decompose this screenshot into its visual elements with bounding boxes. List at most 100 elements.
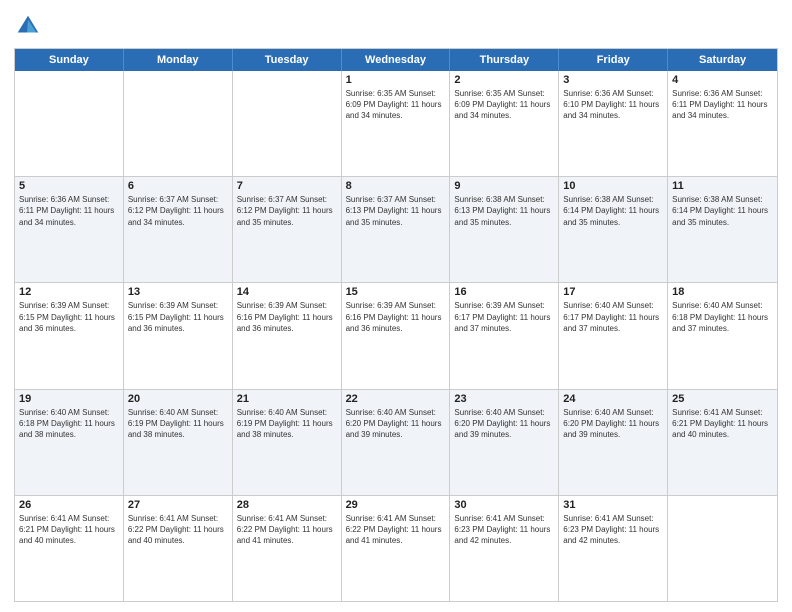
day-number: 26 [19, 499, 119, 511]
day-detail: Sunrise: 6:41 AM Sunset: 6:21 PM Dayligh… [672, 407, 773, 441]
day-number: 28 [237, 499, 337, 511]
day-number: 20 [128, 393, 228, 405]
day-detail: Sunrise: 6:36 AM Sunset: 6:11 PM Dayligh… [19, 194, 119, 228]
calendar-cell: 29 Sunrise: 6:41 AM Sunset: 6:22 PM Dayli… [342, 496, 451, 601]
day-detail: Sunrise: 6:40 AM Sunset: 6:19 PM Dayligh… [128, 407, 228, 441]
calendar-cell: 20 Sunrise: 6:40 AM Sunset: 6:19 PM Dayli… [124, 390, 233, 495]
day-number: 24 [563, 393, 663, 405]
day-detail: Sunrise: 6:40 AM Sunset: 6:20 PM Dayligh… [346, 407, 446, 441]
day-detail: Sunrise: 6:41 AM Sunset: 6:22 PM Dayligh… [346, 513, 446, 547]
calendar-cell: 31 Sunrise: 6:41 AM Sunset: 6:23 PM Dayli… [559, 496, 668, 601]
day-number: 30 [454, 499, 554, 511]
day-number: 22 [346, 393, 446, 405]
calendar-cell: 21 Sunrise: 6:40 AM Sunset: 6:19 PM Dayli… [233, 390, 342, 495]
calendar-cell: 24 Sunrise: 6:40 AM Sunset: 6:20 PM Dayli… [559, 390, 668, 495]
calendar-week-3: 12 Sunrise: 6:39 AM Sunset: 6:15 PM Dayli… [15, 283, 777, 389]
calendar-cell: 7 Sunrise: 6:37 AM Sunset: 6:12 PM Daylig… [233, 177, 342, 282]
day-detail: Sunrise: 6:39 AM Sunset: 6:16 PM Dayligh… [346, 300, 446, 334]
calendar-week-1: 1 Sunrise: 6:35 AM Sunset: 6:09 PM Daylig… [15, 71, 777, 177]
day-number: 14 [237, 286, 337, 298]
calendar-cell: 10 Sunrise: 6:38 AM Sunset: 6:14 PM Dayli… [559, 177, 668, 282]
calendar-cell: 4Sunrise: 6:36 AM Sunset: 6:11 PM Daylig… [668, 71, 777, 176]
calendar-cell: 11Sunrise: 6:38 AM Sunset: 6:14 PM Dayli… [668, 177, 777, 282]
calendar-cell: 14 Sunrise: 6:39 AM Sunset: 6:16 PM Dayli… [233, 283, 342, 388]
day-detail: Sunrise: 6:39 AM Sunset: 6:15 PM Dayligh… [128, 300, 228, 334]
calendar-week-2: 5 Sunrise: 6:36 AM Sunset: 6:11 PM Daylig… [15, 177, 777, 283]
day-number: 13 [128, 286, 228, 298]
day-number: 18 [672, 286, 773, 298]
calendar-cell: 17Sunrise: 6:40 AM Sunset: 6:17 PM Dayli… [559, 283, 668, 388]
calendar-cell [15, 71, 124, 176]
day-header-wednesday: Wednesday [342, 49, 451, 71]
day-number: 8 [346, 180, 446, 192]
calendar-cell: 6 Sunrise: 6:37 AM Sunset: 6:12 PM Daylig… [124, 177, 233, 282]
calendar-cell: 18Sunrise: 6:40 AM Sunset: 6:18 PM Dayli… [668, 283, 777, 388]
calendar-cell: 22 Sunrise: 6:40 AM Sunset: 6:20 PM Dayli… [342, 390, 451, 495]
day-detail: Sunrise: 6:38 AM Sunset: 6:14 PM Dayligh… [672, 194, 773, 228]
day-header-sunday: Sunday [15, 49, 124, 71]
day-detail: Sunrise: 6:39 AM Sunset: 6:17 PM Dayligh… [454, 300, 554, 334]
day-number: 5 [19, 180, 119, 192]
day-header-friday: Friday [559, 49, 668, 71]
day-number: 21 [237, 393, 337, 405]
day-number: 10 [563, 180, 663, 192]
day-number: 29 [346, 499, 446, 511]
calendar-cell [233, 71, 342, 176]
day-number: 1 [346, 74, 446, 86]
day-number: 19 [19, 393, 119, 405]
day-detail: Sunrise: 6:38 AM Sunset: 6:13 PM Dayligh… [454, 194, 554, 228]
calendar-cell: 3 Sunrise: 6:36 AM Sunset: 6:10 PM Daylig… [559, 71, 668, 176]
day-detail: Sunrise: 6:40 AM Sunset: 6:19 PM Dayligh… [237, 407, 337, 441]
day-number: 25 [672, 393, 773, 405]
header [14, 12, 778, 40]
day-detail: Sunrise: 6:41 AM Sunset: 6:23 PM Dayligh… [563, 513, 663, 547]
calendar-cell: 12 Sunrise: 6:39 AM Sunset: 6:15 PM Dayli… [15, 283, 124, 388]
calendar-cell [668, 496, 777, 601]
calendar-header: SundayMondayTuesdayWednesdayThursdayFrid… [15, 49, 777, 71]
calendar-body: 1 Sunrise: 6:35 AM Sunset: 6:09 PM Daylig… [15, 71, 777, 601]
day-detail: Sunrise: 6:38 AM Sunset: 6:14 PM Dayligh… [563, 194, 663, 228]
day-number: 12 [19, 286, 119, 298]
day-number: 15 [346, 286, 446, 298]
day-header-saturday: Saturday [668, 49, 777, 71]
day-detail: Sunrise: 6:36 AM Sunset: 6:11 PM Dayligh… [672, 88, 773, 122]
day-number: 17 [563, 286, 663, 298]
calendar-cell [124, 71, 233, 176]
day-header-tuesday: Tuesday [233, 49, 342, 71]
day-number: 27 [128, 499, 228, 511]
calendar-cell: 15 Sunrise: 6:39 AM Sunset: 6:16 PM Dayli… [342, 283, 451, 388]
day-number: 6 [128, 180, 228, 192]
day-number: 23 [454, 393, 554, 405]
day-number: 2 [454, 74, 554, 86]
day-number: 31 [563, 499, 663, 511]
page: SundayMondayTuesdayWednesdayThursdayFrid… [0, 0, 792, 612]
day-detail: Sunrise: 6:37 AM Sunset: 6:12 PM Dayligh… [237, 194, 337, 228]
calendar: SundayMondayTuesdayWednesdayThursdayFrid… [14, 48, 778, 602]
day-detail: Sunrise: 6:41 AM Sunset: 6:23 PM Dayligh… [454, 513, 554, 547]
day-detail: Sunrise: 6:40 AM Sunset: 6:18 PM Dayligh… [19, 407, 119, 441]
day-detail: Sunrise: 6:39 AM Sunset: 6:15 PM Dayligh… [19, 300, 119, 334]
day-detail: Sunrise: 6:40 AM Sunset: 6:20 PM Dayligh… [563, 407, 663, 441]
day-detail: Sunrise: 6:37 AM Sunset: 6:13 PM Dayligh… [346, 194, 446, 228]
calendar-cell: 8 Sunrise: 6:37 AM Sunset: 6:13 PM Daylig… [342, 177, 451, 282]
calendar-cell: 27 Sunrise: 6:41 AM Sunset: 6:22 PM Dayli… [124, 496, 233, 601]
day-detail: Sunrise: 6:41 AM Sunset: 6:22 PM Dayligh… [128, 513, 228, 547]
calendar-cell: 28Sunrise: 6:41 AM Sunset: 6:22 PM Dayli… [233, 496, 342, 601]
day-detail: Sunrise: 6:36 AM Sunset: 6:10 PM Dayligh… [563, 88, 663, 122]
calendar-cell: 9Sunrise: 6:38 AM Sunset: 6:13 PM Daylig… [450, 177, 559, 282]
day-detail: Sunrise: 6:39 AM Sunset: 6:16 PM Dayligh… [237, 300, 337, 334]
calendar-cell: 2 Sunrise: 6:35 AM Sunset: 6:09 PM Daylig… [450, 71, 559, 176]
calendar-cell: 5 Sunrise: 6:36 AM Sunset: 6:11 PM Daylig… [15, 177, 124, 282]
day-header-thursday: Thursday [450, 49, 559, 71]
day-number: 7 [237, 180, 337, 192]
calendar-cell: 13 Sunrise: 6:39 AM Sunset: 6:15 PM Dayli… [124, 283, 233, 388]
day-detail: Sunrise: 6:35 AM Sunset: 6:09 PM Dayligh… [454, 88, 554, 122]
logo [14, 12, 46, 40]
calendar-cell: 19 Sunrise: 6:40 AM Sunset: 6:18 PM Dayli… [15, 390, 124, 495]
day-number: 3 [563, 74, 663, 86]
day-header-monday: Monday [124, 49, 233, 71]
calendar-week-4: 19 Sunrise: 6:40 AM Sunset: 6:18 PM Dayli… [15, 390, 777, 496]
calendar-cell: 30 Sunrise: 6:41 AM Sunset: 6:23 PM Dayli… [450, 496, 559, 601]
calendar-cell: 25 Sunrise: 6:41 AM Sunset: 6:21 PM Dayli… [668, 390, 777, 495]
day-detail: Sunrise: 6:37 AM Sunset: 6:12 PM Dayligh… [128, 194, 228, 228]
